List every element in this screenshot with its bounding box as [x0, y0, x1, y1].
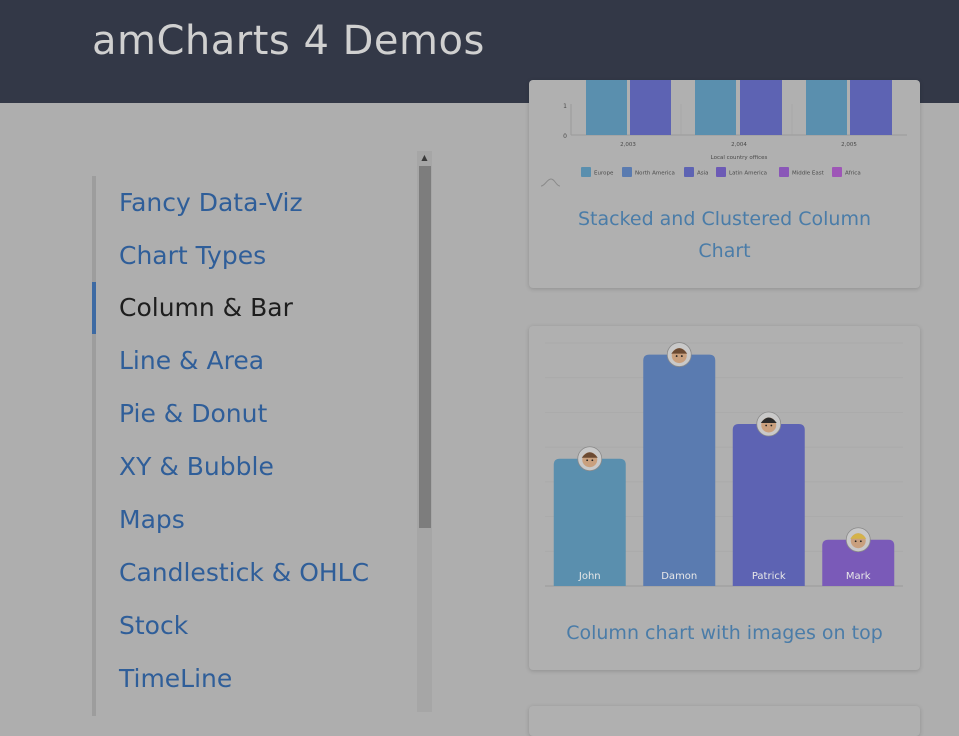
legend-label: Africa	[845, 171, 861, 177]
bar-europe-2005	[806, 80, 847, 135]
legend-swatch	[779, 167, 789, 177]
bar[interactable]	[643, 354, 716, 586]
demo-card-images-on-top[interactable]: John Damon Patrick Mark Column chart with i…	[529, 326, 920, 670]
bar-label: Patrick	[752, 571, 786, 582]
scrollbar-thumb[interactable]	[419, 166, 431, 528]
y-tick-label: 0	[563, 133, 567, 140]
legend-label: North America	[635, 171, 675, 177]
x-axis-title: Local country offices	[711, 155, 768, 161]
sidebar-item-stock[interactable]: Stock	[119, 611, 188, 640]
bar-label: John	[578, 571, 601, 582]
legend-label: Asia	[697, 171, 709, 177]
legend-label: Latin America	[729, 171, 767, 177]
bar-asia-2005	[850, 80, 892, 135]
page-title: amCharts 4 Demos	[92, 18, 485, 64]
sidebar-item-candlestick-ohlc[interactable]: Candlestick & OHLC	[119, 558, 369, 587]
bar-asia-2004	[740, 80, 782, 135]
bar-label: Damon	[661, 571, 697, 582]
bar-asia-2003	[630, 80, 671, 135]
legend-swatch	[716, 167, 726, 177]
legend-swatch	[581, 167, 591, 177]
sidebar-item-chart-types[interactable]: Chart Types	[119, 241, 266, 270]
bar-label: Mark	[846, 571, 871, 582]
bar[interactable]	[553, 458, 626, 586]
legend-swatch	[832, 167, 842, 177]
legend-swatch	[684, 167, 694, 177]
legend-label: Middle East	[792, 171, 825, 177]
sidebar-active-indicator	[92, 282, 96, 334]
avatar-icon	[577, 446, 603, 472]
card-caption[interactable]: Column chart with images on top	[549, 617, 900, 649]
card-caption[interactable]: Stacked and Clustered Column Chart	[549, 203, 900, 267]
sidebar-item-line-area[interactable]: Line & Area	[119, 346, 264, 375]
chart-bars: John Damon Patrick Mark	[553, 342, 895, 586]
legend-swatch	[622, 167, 632, 177]
legend: Europe North America Asia Latin America …	[581, 167, 861, 177]
bar-europe-2004	[695, 80, 736, 135]
card-caption-line: Stacked and Clustered Column	[577, 208, 872, 230]
bar[interactable]	[732, 424, 805, 586]
x-tick-label: 2,004	[731, 142, 747, 148]
demo-card-next[interactable]	[529, 706, 920, 736]
demo-card-stacked-clustered[interactable]: 1 0 2,003 2,004 2,005 Local country offi…	[529, 80, 920, 288]
sidebar-scrollbar[interactable]: ▲	[417, 151, 432, 712]
x-tick-label: 2,005	[841, 142, 857, 148]
sidebar-rail	[92, 176, 96, 716]
scroll-up-arrow-icon[interactable]: ▲	[417, 151, 432, 165]
sidebar-item-xy-bubble[interactable]: XY & Bubble	[119, 452, 274, 481]
sidebar-item-timeline[interactable]: TimeLine	[119, 664, 232, 693]
avatar-icon	[756, 411, 782, 437]
y-tick-label: 1	[563, 103, 567, 110]
amcharts-logo-icon	[540, 178, 561, 187]
sidebar-item-column-bar[interactable]: Column & Bar	[119, 293, 293, 322]
legend-label: Europe	[594, 171, 614, 177]
bar-europe-2003	[586, 80, 627, 135]
x-tick-label: 2,003	[620, 142, 636, 148]
avatar-icon	[845, 527, 871, 553]
card-caption-line: Chart	[698, 240, 751, 262]
chart-thumbnail: John Damon Patrick Mark	[545, 342, 903, 587]
sidebar-item-fancy-data-viz[interactable]: Fancy Data-Viz	[119, 188, 303, 217]
chart-thumbnail: 1 0 2,003 2,004 2,005 Local country offi…	[540, 80, 907, 187]
avatar-icon	[666, 342, 692, 367]
sidebar-item-pie-donut[interactable]: Pie & Donut	[119, 399, 267, 428]
sidebar-item-maps[interactable]: Maps	[119, 505, 185, 534]
